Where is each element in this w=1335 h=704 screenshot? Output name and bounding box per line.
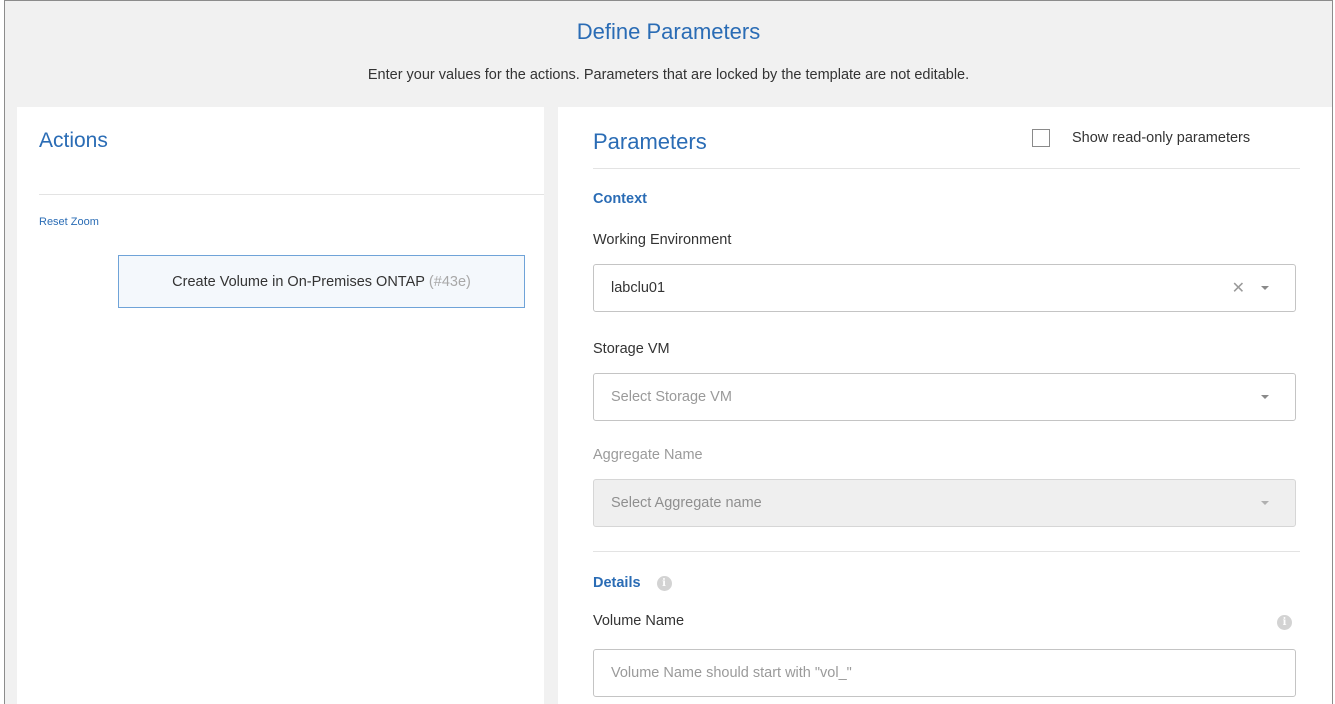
storage-vm-placeholder: Select Storage VM: [611, 389, 732, 405]
storage-vm-select[interactable]: Select Storage VM: [593, 373, 1296, 421]
dialog-header: Define Parameters Enter your values for …: [5, 1, 1332, 107]
close-icon[interactable]: ✕: [1232, 278, 1245, 298]
aggregate-name-placeholder: Select Aggregate name: [611, 495, 762, 511]
info-icon[interactable]: i: [656, 575, 672, 591]
show-readonly-label: Show read-only parameters: [1072, 130, 1251, 146]
action-node-create-volume[interactable]: Create Volume in On-Premises ONTAP (#43e…: [118, 255, 525, 308]
show-readonly-toggle[interactable]: Show read-only parameters: [1032, 129, 1250, 147]
aggregate-name-select: Select Aggregate name: [593, 479, 1296, 527]
parameters-title: Parameters: [593, 129, 707, 154]
define-parameters-dialog: Define Parameters Enter your values for …: [4, 0, 1333, 704]
details-section: Details i: [593, 575, 672, 591]
volume-name-label: Volume Name: [593, 613, 685, 629]
parameters-panel: Parameters Show read-only parameters Con…: [558, 107, 1332, 704]
storage-vm-label: Storage VM: [593, 341, 670, 357]
details-section-title: Details: [593, 575, 641, 591]
chevron-down-icon: [1261, 501, 1269, 505]
parameters-divider: [593, 168, 1300, 169]
chevron-down-icon[interactable]: [1261, 286, 1269, 290]
actions-divider: [39, 194, 544, 195]
chevron-down-icon[interactable]: [1261, 395, 1269, 399]
working-environment-label: Working Environment: [593, 232, 732, 248]
page-subtitle: Enter your values for the actions. Param…: [367, 67, 970, 83]
volume-name-placeholder: Volume Name should start with "vol_": [611, 665, 852, 681]
aggregate-name-label: Aggregate Name: [593, 447, 703, 463]
action-node-id: (#43e): [428, 273, 471, 290]
info-icon[interactable]: i: [1277, 615, 1292, 630]
action-node-label: Create Volume in On-Premises ONTAP: [172, 273, 425, 290]
context-section-title: Context: [593, 191, 647, 207]
page-title: Define Parameters: [576, 19, 761, 44]
working-environment-select[interactable]: labclu01 ✕: [593, 264, 1296, 312]
details-divider: [593, 551, 1300, 552]
volume-name-input[interactable]: Volume Name should start with "vol_": [593, 649, 1296, 697]
show-readonly-checkbox[interactable]: [1032, 129, 1050, 147]
actions-panel: Actions Reset Zoom Create Volume in On-P…: [17, 107, 544, 704]
reset-zoom-link[interactable]: Reset Zoom: [39, 216, 99, 228]
actions-title: Actions: [39, 129, 108, 152]
working-environment-value: labclu01: [611, 280, 666, 296]
